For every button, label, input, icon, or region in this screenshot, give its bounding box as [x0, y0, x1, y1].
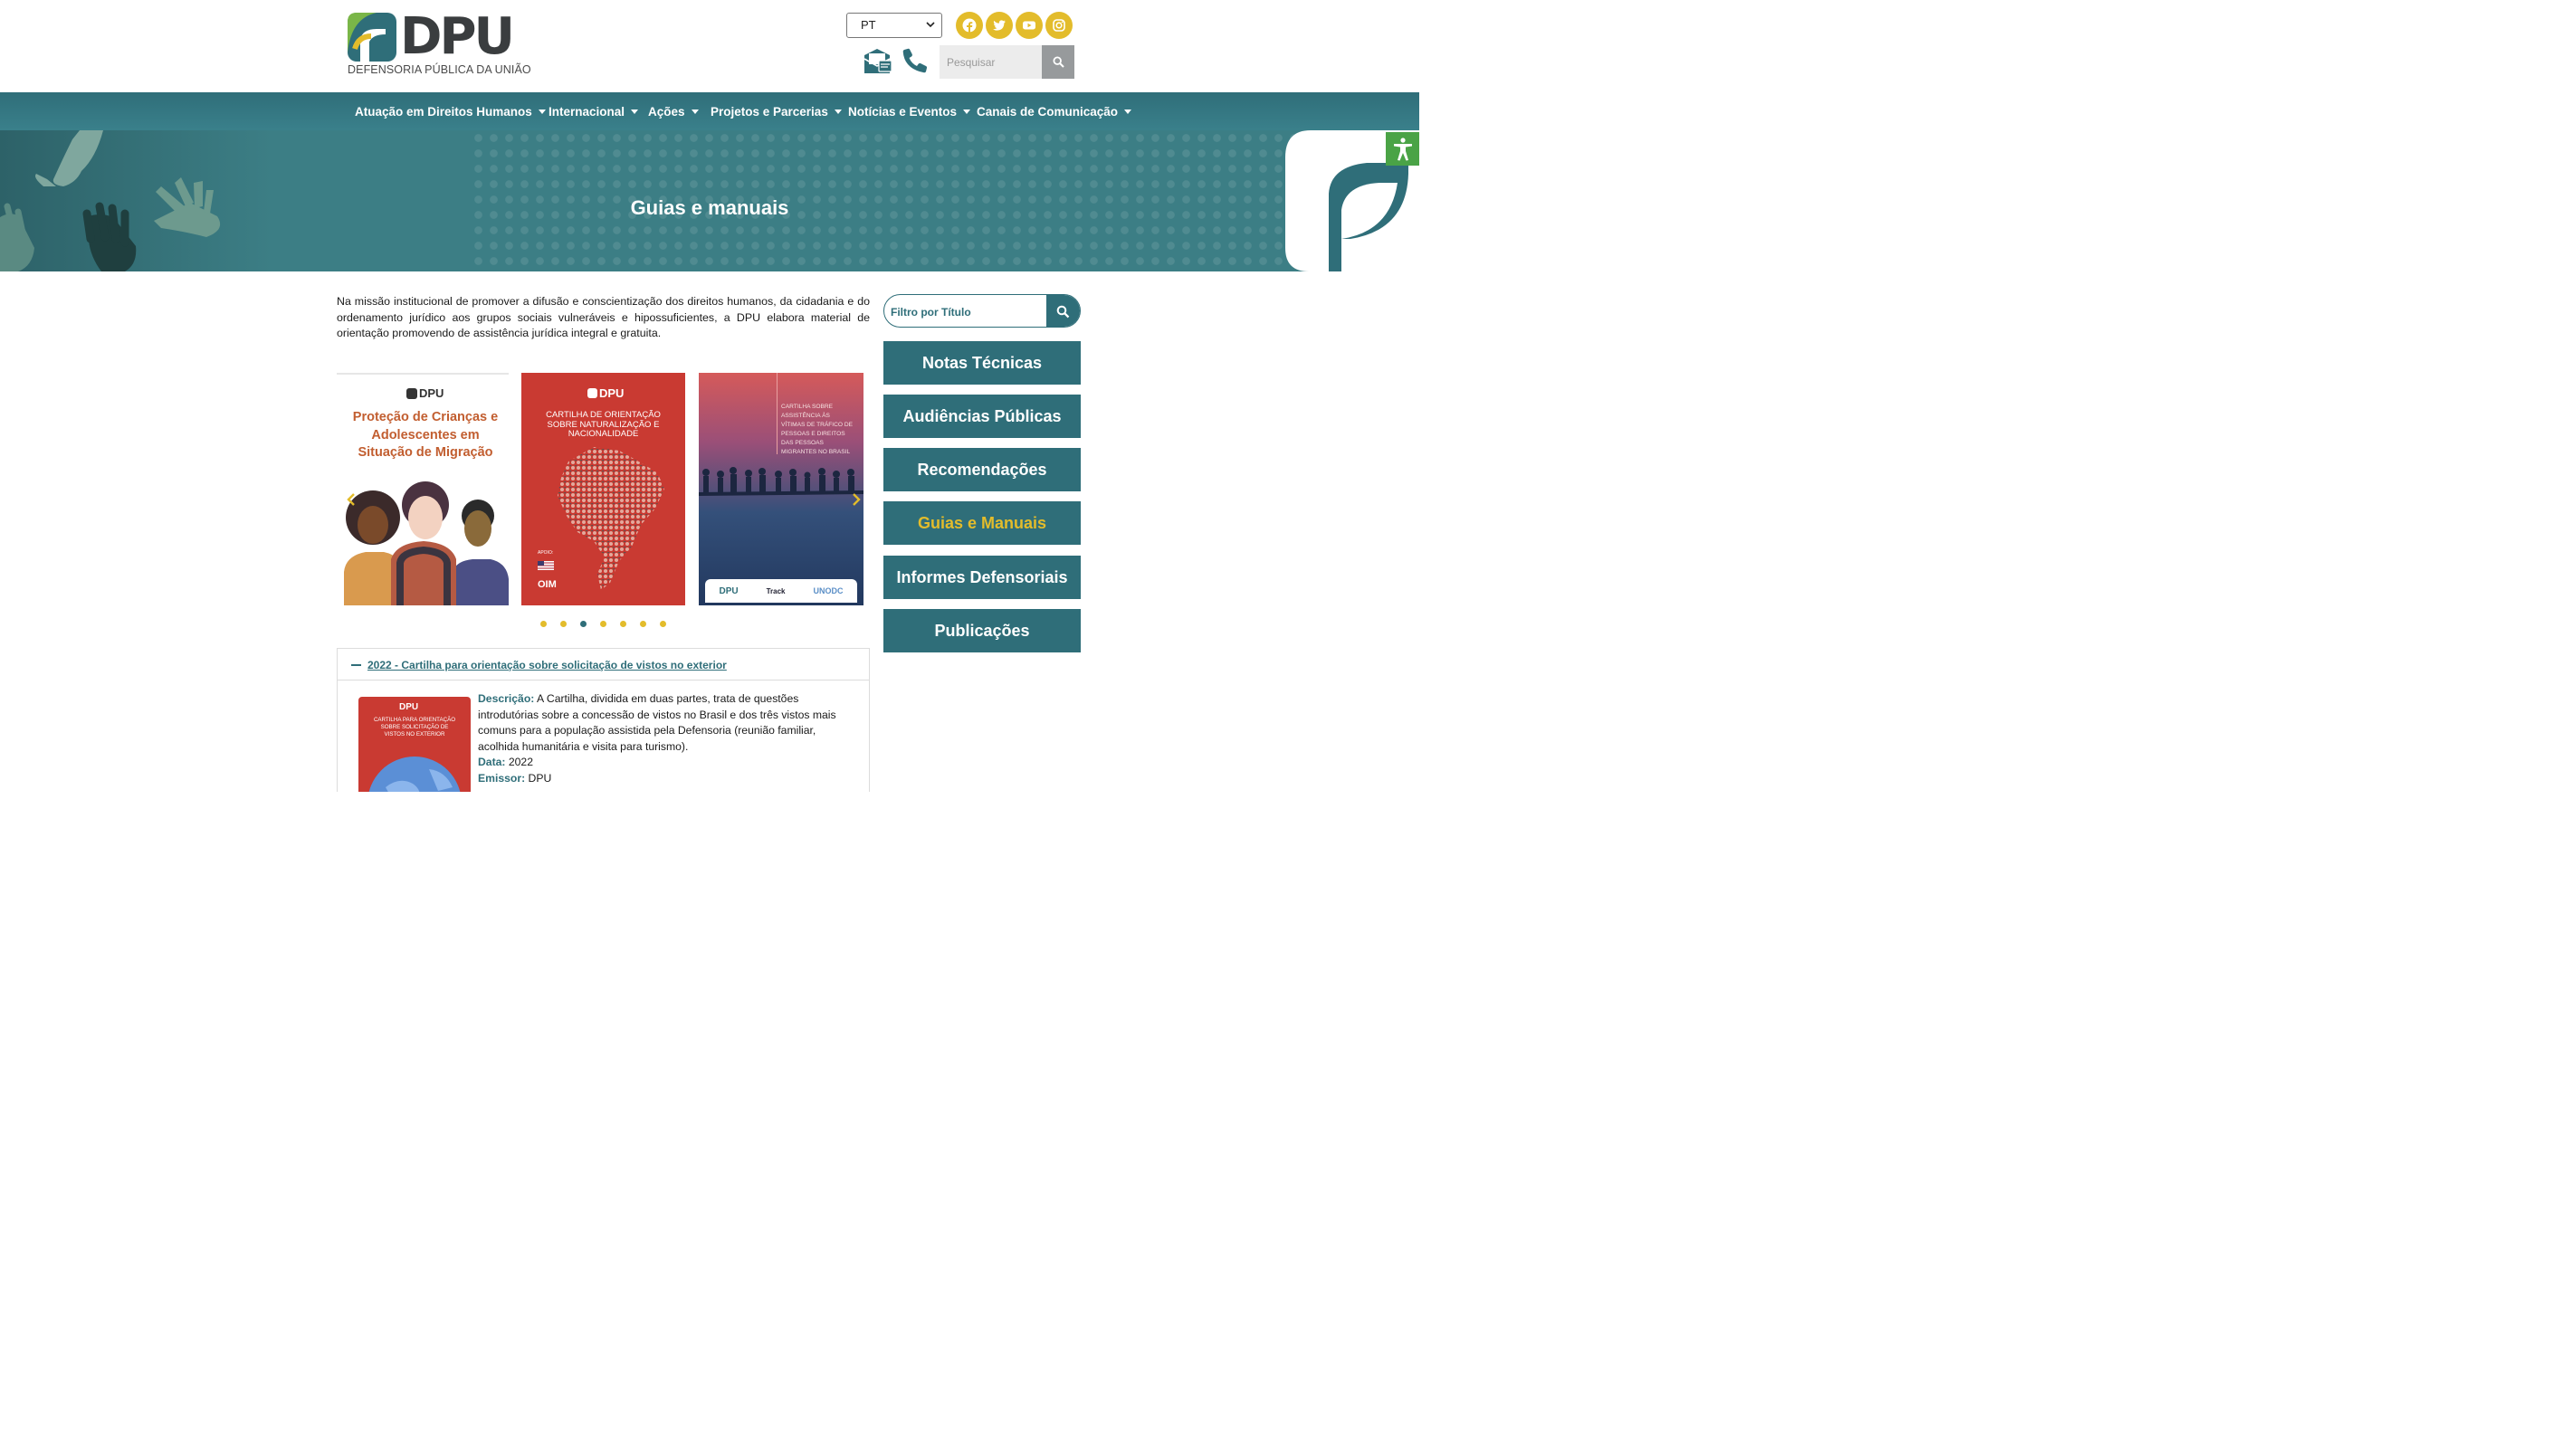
sidebar-button-notas-tecnicas[interactable]: Notas Técnicas	[883, 341, 1081, 385]
slide-border	[337, 373, 509, 375]
search-button[interactable]	[1042, 45, 1074, 79]
accessibility-button[interactable]	[1386, 132, 1419, 166]
phone-icon[interactable]	[902, 48, 928, 73]
carousel-slide-2[interactable]: DPU CARTILHA DE ORIENTAÇÃO SOBRE NATURAL…	[521, 373, 685, 605]
title-filter: Filtro por Título	[883, 294, 1081, 328]
dpu-mark-icon	[406, 387, 417, 399]
dpu-logo[interactable]: DPU DEFENSORIA PÚBLICA DA UNIÃO	[348, 7, 531, 76]
nav-item-label: Internacional	[549, 105, 625, 119]
sidebar-button-recomendacoes[interactable]: Recomendações	[883, 448, 1081, 491]
slide-divider	[777, 373, 778, 454]
carousel-slide-1[interactable]: DPU Proteção de Crianças e Adolescentes …	[337, 373, 509, 605]
slide-brand: DPU	[406, 386, 444, 400]
nav-item-noticias[interactable]: Notícias e Eventos	[848, 105, 971, 119]
intro-paragraph: Na missão institucional de promover a di…	[337, 295, 870, 339]
nav-item-label: Canais de Comunicação	[977, 105, 1119, 119]
twitter-icon	[993, 20, 1006, 31]
nav-item-projetos[interactable]: Projetos e Parcerias	[711, 105, 842, 119]
instagram-icon	[1053, 19, 1065, 32]
caret-down-icon	[1124, 109, 1132, 114]
caret-down-icon	[631, 109, 639, 114]
accessibility-icon	[1393, 137, 1412, 160]
accordion-description: Descrição: A Cartilha, dividida em duas …	[478, 691, 849, 755]
accordion-cover-image[interactable]: DPU CARTILHA PARA ORIENTAÇÃO SOBRE SOLIC…	[358, 697, 471, 792]
date-value: 2022	[508, 756, 533, 769]
slide-partner-logo: OIM	[538, 579, 557, 590]
logo-text: DPU	[400, 7, 515, 66]
accordion-item: 2022 - Cartilha para orientação sobre so…	[337, 648, 870, 792]
carousel-dot-1[interactable]	[540, 621, 547, 627]
twitter-link[interactable]	[986, 12, 1013, 39]
caret-down-icon	[963, 109, 971, 114]
accordion-body: Descrição: A Cartilha, dividida em duas …	[478, 691, 849, 787]
logo-subtitle: DEFENSORIA PÚBLICA DA UNIÃO	[348, 63, 531, 76]
migrants-silhouette-image	[699, 467, 863, 496]
slide-support-label: APOIO:	[538, 550, 554, 556]
sidebar-button-audiencias-publicas[interactable]: Audiências Públicas	[883, 395, 1081, 438]
accordion-header[interactable]: 2022 - Cartilha para orientação sobre so…	[338, 649, 869, 680]
chevron-down-icon	[926, 22, 935, 28]
dpu-logo-mark-icon	[348, 13, 396, 62]
youtube-link[interactable]	[1016, 12, 1043, 39]
globe-illustration	[368, 757, 461, 792]
cover-title: CARTILHA PARA ORIENTAÇÃO SOBRE SOLICITAÇ…	[373, 717, 456, 738]
carousel-dot-7[interactable]	[660, 621, 666, 627]
brazil-people-map-image	[538, 447, 664, 590]
language-selected: PT	[861, 18, 876, 32]
nav-item-internacional[interactable]: Internacional	[549, 105, 639, 119]
carousel-dot-6[interactable]	[640, 621, 646, 627]
children-illustration	[344, 481, 509, 605]
search-input[interactable]: Pesquisar	[940, 45, 1042, 79]
nav-item-direitos-humanos[interactable]: Atuação em Direitos Humanos	[355, 105, 546, 119]
language-select[interactable]: PT	[846, 13, 942, 38]
description-label: Descrição:	[478, 692, 535, 705]
caret-down-icon	[538, 109, 546, 114]
filter-search-button[interactable]	[1046, 295, 1080, 327]
partner-logo: UNODC	[813, 586, 844, 595]
partner-logo: Track	[766, 586, 786, 595]
date-label: Data:	[478, 756, 506, 769]
slide-title: Proteção de Crianças e Adolescentes em S…	[352, 410, 499, 460]
page-title: Guias e manuais	[630, 196, 789, 219]
accordion-date: Data: 2022	[478, 755, 849, 771]
title-filter-input[interactable]: Filtro por Título	[891, 306, 971, 319]
collapse-minus-icon	[351, 664, 361, 666]
search-icon	[1052, 56, 1064, 68]
slide-title: CARTILHA SOBRE ASSISTÊNCIA ÀS VÍTIMAS DE…	[781, 404, 854, 455]
main-nav: Atuação em Direitos Humanos Internaciona…	[0, 92, 1419, 130]
caret-down-icon	[834, 109, 842, 114]
carousel-slide-3[interactable]: CARTILHA SOBRE ASSISTÊNCIA ÀS VÍTIMAS DE…	[699, 373, 863, 605]
nav-item-label: Projetos e Parcerias	[711, 105, 828, 119]
accordion-issuer: Emissor: DPU	[478, 771, 849, 787]
nav-item-label: Atuação em Direitos Humanos	[355, 105, 532, 119]
cover-brand: DPU	[399, 702, 419, 712]
accordion-title-link[interactable]: 2022 - Cartilha para orientação sobre so…	[367, 659, 727, 671]
sidebar-button-informes-defensoriais[interactable]: Informes Defensoriais	[883, 556, 1081, 599]
slide-brand-text: DPU	[419, 386, 444, 400]
issuer-value: DPU	[528, 771, 552, 785]
partners-bar: DPU Track UNODC	[705, 579, 857, 603]
carousel-dot-4[interactable]	[600, 621, 606, 627]
caret-down-icon	[691, 109, 699, 114]
carousel-dot-3[interactable]	[580, 621, 587, 627]
sidebar-button-publicacoes[interactable]: Publicações	[883, 609, 1081, 652]
carousel-prev-arrow-icon[interactable]	[347, 493, 356, 506]
issuer-label: Emissor:	[478, 771, 526, 785]
instagram-link[interactable]	[1045, 12, 1073, 39]
facebook-link[interactable]	[956, 12, 983, 39]
search-icon	[1056, 305, 1070, 319]
youtube-icon	[1023, 21, 1035, 30]
contact-mail-icon[interactable]	[863, 48, 892, 75]
sidebar-button-guias-e-manuais[interactable]: Guias e Manuais	[883, 501, 1081, 545]
facebook-icon	[962, 18, 977, 33]
carousel-dot-5[interactable]	[620, 621, 626, 627]
page-banner: Guias e manuais	[0, 130, 1419, 271]
partner-logo: DPU	[719, 585, 739, 596]
carousel-next-arrow-icon[interactable]	[852, 493, 861, 506]
nav-item-canais[interactable]: Canais de Comunicação	[977, 105, 1132, 119]
nav-item-acoes[interactable]: Ações	[648, 105, 699, 119]
carousel-dot-2[interactable]	[560, 621, 567, 627]
nav-item-label: Ações	[648, 105, 685, 119]
nav-item-label: Notícias e Eventos	[848, 105, 958, 119]
